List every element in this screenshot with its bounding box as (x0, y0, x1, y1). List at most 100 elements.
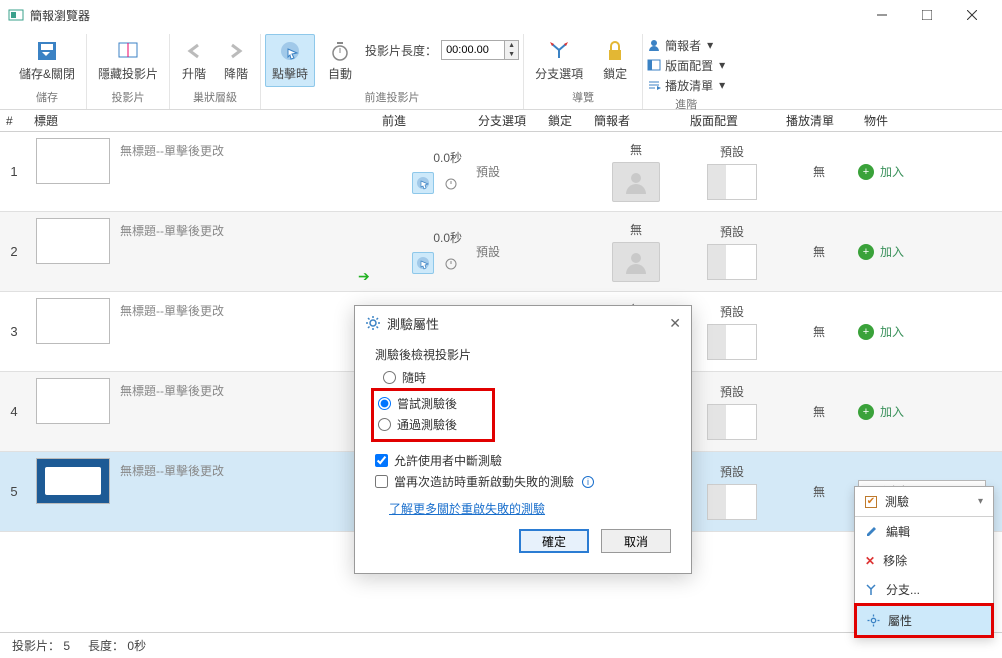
slide-thumbnail[interactable] (36, 458, 110, 504)
dialog-ok-button[interactable]: 確定 (519, 529, 589, 553)
presenter-none-label: 無 (630, 221, 642, 238)
playlist-cell[interactable]: 無 (780, 212, 858, 291)
add-object-button[interactable]: +加入 (858, 243, 904, 260)
dialog-cancel-button[interactable]: 取消 (601, 529, 671, 553)
branch-cell[interactable]: 預設 (472, 132, 542, 211)
layout-default-label: 預設 (720, 143, 744, 160)
window-title: 簡報瀏覽器 (30, 7, 859, 24)
dialog-close-button[interactable]: ✕ (669, 315, 681, 332)
slide-name[interactable]: 無標題--單擊後更改 (120, 462, 224, 479)
add-object-button[interactable]: +加入 (858, 403, 904, 420)
presenter-dropdown[interactable]: 簡報者▾ (647, 36, 725, 54)
slide-name[interactable]: 無標題--單擊後更改 (120, 302, 224, 319)
dialog-title: 測驗屬性 (387, 314, 439, 333)
layout-default-label: 預設 (720, 223, 744, 240)
add-object-button[interactable]: +加入 (858, 163, 904, 180)
remove-icon: ✕ (865, 554, 875, 568)
branch-arrow-icon: ➔ (358, 268, 370, 285)
learn-more-link[interactable]: 了解更多關於重啟失敗的測驗 (389, 500, 545, 517)
branch-icon (547, 39, 571, 63)
quiz-properties-dialog: 測驗屬性 ✕ 測驗後檢視投影片 隨時 嘗試測驗後 通過測驗後 允許使用者中斷測驗… (354, 305, 692, 574)
cursor-click-icon (278, 39, 302, 63)
layout-dropdown[interactable]: 版面配置▾ (647, 56, 725, 74)
row-number: 5 (0, 452, 28, 531)
playlist-cell[interactable]: 無 (780, 372, 858, 451)
lock-cell[interactable] (542, 212, 588, 291)
table-row[interactable]: 2無標題--單擊後更改0.0秒➔預設無預設無+加入 (0, 212, 1002, 292)
slide-thumbnail[interactable] (36, 138, 110, 184)
radio-after-pass[interactable]: 通過測驗後 (378, 414, 486, 435)
slide-name[interactable]: 無標題--單擊後更改 (120, 142, 224, 159)
slide-name[interactable]: 無標題--單擊後更改 (120, 382, 224, 399)
stopwatch-icon[interactable] (440, 252, 462, 274)
radio-anytime[interactable]: 隨時 (383, 367, 675, 388)
spin-down[interactable]: ▼ (504, 50, 518, 59)
lock-button[interactable]: 鎖定 (592, 34, 638, 87)
on-click-button[interactable]: 點擊時 (265, 34, 315, 87)
radio-after-attempt[interactable]: 嘗試測驗後 (378, 393, 486, 414)
slide-thumbnail[interactable] (36, 298, 110, 344)
table-row[interactable]: 1無標題--單擊後更改0.0秒預設無預設無+加入 (0, 132, 1002, 212)
ribbon-group-slides-label: 投影片 (91, 87, 165, 109)
auto-advance-button[interactable]: 自動 (317, 34, 363, 87)
layout-thumbnail[interactable] (707, 404, 757, 440)
ctx-remove[interactable]: ✕ 移除 (855, 546, 993, 575)
slide-icon (116, 39, 140, 63)
lock-icon (603, 39, 627, 63)
slide-thumbnail[interactable] (36, 218, 110, 264)
hide-slide-button[interactable]: 隱藏投影片 (91, 34, 165, 87)
info-icon[interactable]: i (582, 476, 594, 488)
playlist-cell[interactable]: 無 (780, 132, 858, 211)
plus-icon: + (858, 324, 874, 340)
layout-thumbnail[interactable] (707, 164, 757, 200)
layout-thumbnail[interactable] (707, 324, 757, 360)
plus-icon: + (858, 244, 874, 260)
demote-button[interactable]: 降階 (216, 34, 256, 87)
slide-length-field: 投影片長度： ▲▼ (365, 40, 519, 60)
ctx-properties[interactable]: 屬性 (857, 606, 991, 635)
layout-thumbnail[interactable] (707, 484, 757, 520)
presenter-thumbnail[interactable] (612, 162, 660, 202)
cursor-click-icon[interactable] (412, 172, 434, 194)
ctx-branch[interactable]: 分支... (855, 575, 993, 604)
branch-cell[interactable]: 預設 (472, 212, 542, 291)
branch-options-button[interactable]: 分支選項 (528, 34, 590, 87)
presenter-none-label: 無 (630, 141, 642, 158)
lock-cell[interactable] (542, 132, 588, 211)
branch-icon (865, 583, 878, 596)
arrow-left-icon (182, 39, 206, 63)
pencil-icon (865, 525, 878, 538)
presenter-thumbnail[interactable] (612, 242, 660, 282)
row-number: 2 (0, 212, 28, 291)
playlist-dropdown[interactable]: 播放清單▾ (647, 76, 725, 94)
app-icon (8, 7, 24, 23)
checkbox-allow-interrupt[interactable]: 允許使用者中斷測驗 (375, 450, 675, 471)
layout-thumbnail[interactable] (707, 244, 757, 280)
gear-icon (867, 614, 880, 627)
row-number: 4 (0, 372, 28, 451)
save-close-button[interactable]: 儲存&關閉 (12, 34, 82, 87)
layout-default-label: 預設 (720, 303, 744, 320)
object-context-menu: ✔ 測驗 ▾ 編輯 ✕ 移除 分支... 屬性 (854, 486, 994, 638)
ctx-test-header[interactable]: ✔ 測驗 ▾ (855, 487, 993, 517)
slide-name[interactable]: 無標題--單擊後更改 (120, 222, 224, 239)
playlist-cell[interactable]: 無 (780, 292, 858, 371)
col-branch: 分支選項 (472, 110, 542, 131)
stopwatch-icon[interactable] (440, 172, 462, 194)
dialog-group-label: 測驗後檢視投影片 (375, 346, 675, 363)
cursor-click-icon[interactable] (412, 252, 434, 274)
ribbon-group-advanced-label: 進階 (647, 94, 725, 116)
add-object-button[interactable]: +加入 (858, 323, 904, 340)
slide-thumbnail[interactable] (36, 378, 110, 424)
window-minimize-button[interactable] (859, 1, 904, 29)
plus-icon: + (858, 164, 874, 180)
spin-up[interactable]: ▲ (504, 41, 518, 50)
ctx-edit[interactable]: 編輯 (855, 517, 993, 546)
checkbox-restart-on-revisit[interactable]: 當再次造訪時重新啟動失敗的測驗 i (375, 471, 675, 492)
stopwatch-icon (328, 39, 352, 63)
window-maximize-button[interactable] (904, 1, 949, 29)
promote-button[interactable]: 升階 (174, 34, 214, 87)
window-close-button[interactable] (949, 1, 994, 29)
playlist-cell[interactable]: 無 (780, 452, 858, 531)
slide-length-input[interactable] (442, 41, 504, 59)
